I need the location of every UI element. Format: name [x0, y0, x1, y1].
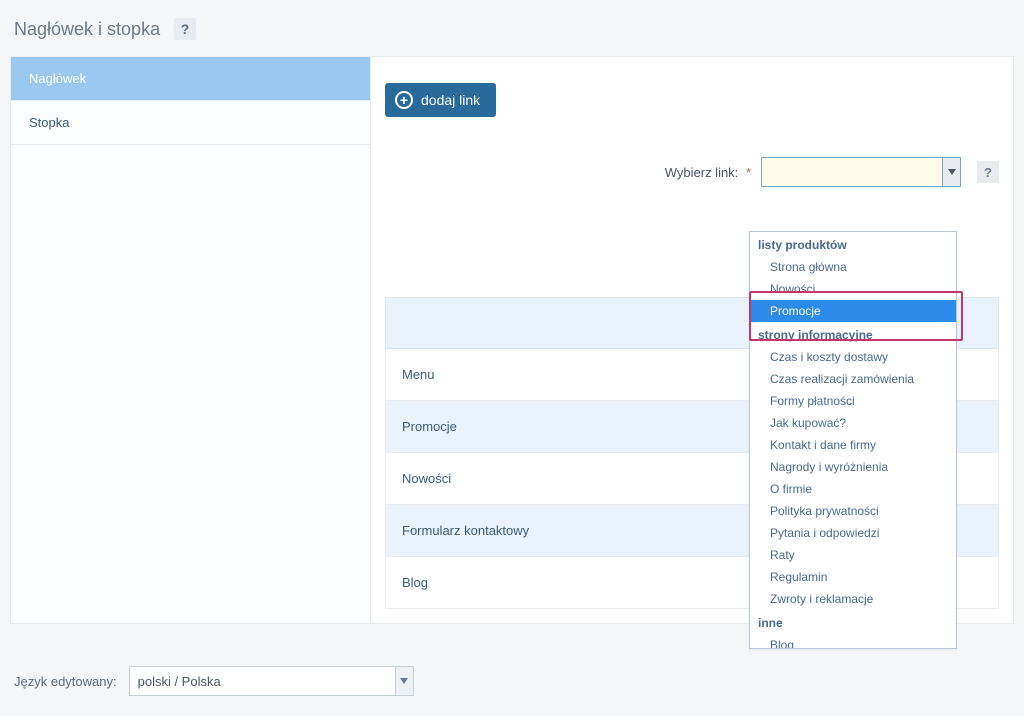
page-header: Nagłówek i stopka ?: [0, 0, 1024, 56]
dropdown-group-label: strony informacyjne: [750, 322, 956, 346]
dropdown-item[interactable]: Strona główna: [750, 256, 956, 278]
sidebar-item-label: Stopka: [29, 115, 69, 130]
page-title: Nagłówek i stopka: [14, 19, 160, 40]
main-panel: + dodaj link Wybierz link: * ? listy pro…: [371, 57, 1013, 623]
dropdown-group-label: inne: [750, 610, 956, 634]
required-mark: *: [746, 165, 751, 180]
chevron-down-icon: [395, 667, 413, 695]
sidebar-item-label: Nagłówek: [29, 71, 86, 86]
list-row-label: Nowości: [402, 471, 451, 486]
content: Nagłówek Stopka + dodaj link Wybierz lin…: [10, 56, 1014, 624]
dropdown-item[interactable]: Zwroty i reklamacje: [750, 588, 956, 610]
help-icon[interactable]: ?: [977, 161, 999, 183]
list-row-label: Formularz kontaktowy: [402, 523, 529, 538]
select-link-row: Wybierz link: * ?: [385, 157, 999, 187]
sidebar: Nagłówek Stopka: [11, 57, 371, 623]
plus-circle-icon: +: [395, 91, 413, 109]
dropdown-item[interactable]: Czas realizacji zamówienia: [750, 368, 956, 390]
dropdown-item[interactable]: Nagrody i wyróżnienia: [750, 456, 956, 478]
language-select[interactable]: polski / Polska: [129, 666, 414, 696]
dropdown-item[interactable]: Nowości: [750, 278, 956, 300]
dropdown-item[interactable]: Kontakt i dane firmy: [750, 434, 956, 456]
select-link-dropdown: listy produktów Strona główna Nowości Pr…: [749, 231, 957, 649]
help-icon[interactable]: ?: [174, 18, 196, 40]
dropdown-item[interactable]: Formy płatności: [750, 390, 956, 412]
add-link-label: dodaj link: [421, 92, 480, 108]
dropdown-item[interactable]: O firmie: [750, 478, 956, 500]
dropdown-item[interactable]: Promocje: [750, 300, 956, 322]
language-label: Język edytowany:: [14, 674, 117, 689]
list-row-label: Menu: [402, 367, 435, 382]
select-link-label: Wybierz link: *: [665, 165, 751, 180]
sidebar-item-header[interactable]: Nagłówek: [11, 57, 370, 101]
language-value: polski / Polska: [138, 674, 221, 689]
list-row-label: Blog: [402, 575, 428, 590]
chevron-down-icon[interactable]: [942, 158, 960, 186]
dropdown-item[interactable]: Raty: [750, 544, 956, 566]
list-row-label: Promocje: [402, 419, 457, 434]
dropdown-item[interactable]: Jak kupować?: [750, 412, 956, 434]
dropdown-item[interactable]: Regulamin: [750, 566, 956, 588]
add-link-button[interactable]: + dodaj link: [385, 83, 496, 117]
dropdown-item[interactable]: Pytania i odpowiedzi: [750, 522, 956, 544]
dropdown-item[interactable]: Blog: [750, 634, 956, 648]
dropdown-item[interactable]: Czas i koszty dostawy: [750, 346, 956, 368]
select-link-input[interactable]: [761, 157, 961, 187]
dropdown-item[interactable]: Polityka prywatności: [750, 500, 956, 522]
dropdown-scroll[interactable]: listy produktów Strona główna Nowości Pr…: [750, 232, 956, 648]
dropdown-group-label: listy produktów: [750, 232, 956, 256]
sidebar-item-footer[interactable]: Stopka: [11, 101, 370, 145]
